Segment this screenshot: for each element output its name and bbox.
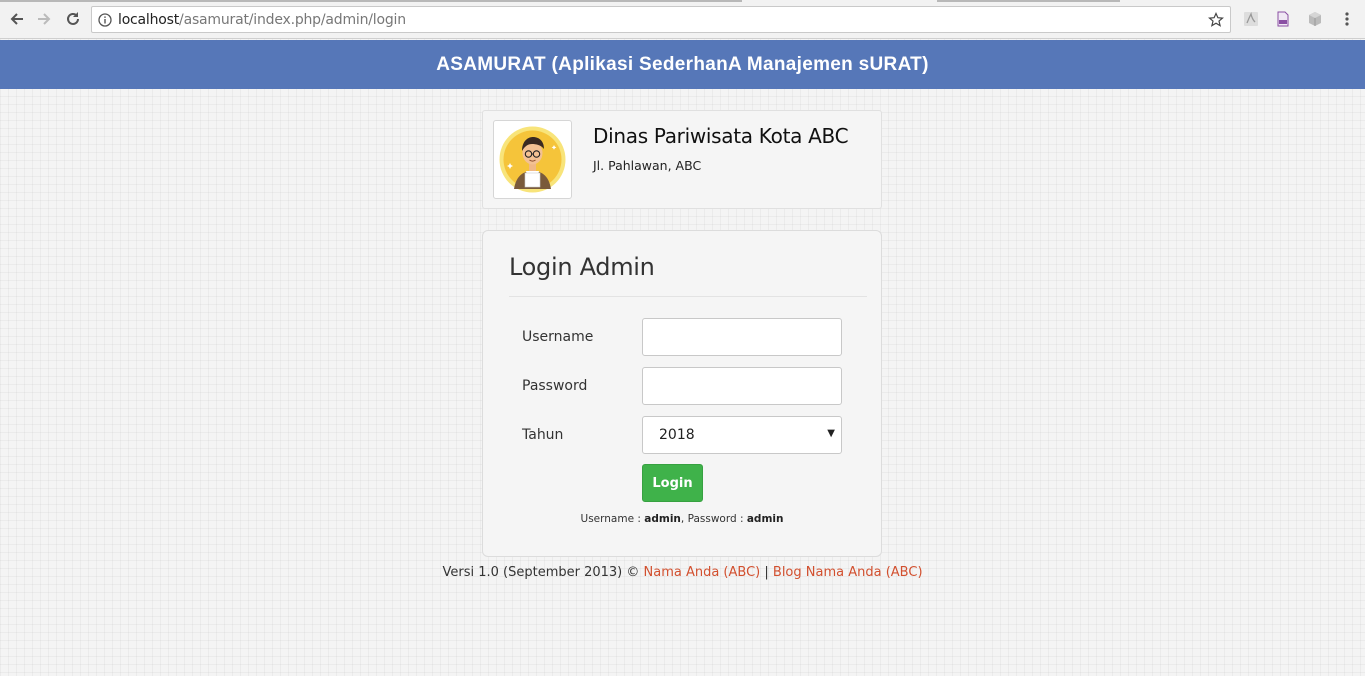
organization-card: Dinas Pariwisata Kota ABC Jl. Pahlawan, … xyxy=(482,110,882,209)
acrobat-icon xyxy=(1244,12,1258,26)
reload-button[interactable] xyxy=(62,8,84,30)
year-select[interactable]: 2018 ▼ xyxy=(642,416,842,454)
password-label: Password xyxy=(522,378,588,394)
divider xyxy=(509,296,867,297)
extension-cube-button[interactable] xyxy=(1306,10,1324,28)
login-button[interactable]: Login xyxy=(642,464,703,502)
version-text: Versi 1.0 (September 2013) © xyxy=(442,565,644,580)
info-icon[interactable] xyxy=(98,13,112,27)
year-select-value: 2018 xyxy=(659,427,695,443)
hint-username-value: admin xyxy=(644,513,681,525)
url-path: /asamurat/index.php/admin/login xyxy=(179,12,406,28)
footer: Versi 1.0 (September 2013) © Nama Anda (… xyxy=(0,565,1365,580)
credentials-hint: Username : admin, Password : admin xyxy=(483,513,881,525)
extension-acrobat-button[interactable] xyxy=(1242,10,1260,28)
organization-name: Dinas Pariwisata Kota ABC xyxy=(593,124,849,148)
back-arrow-icon xyxy=(10,13,23,25)
forward-arrow-icon xyxy=(38,13,51,25)
browser-toolbar: localhost/asamurat/index.php/admin/login xyxy=(0,0,1365,39)
footer-separator: | xyxy=(760,565,773,580)
year-label: Tahun xyxy=(522,427,564,443)
app-title: ASAMURAT (Aplikasi SederhanA Manajemen s… xyxy=(436,53,929,75)
bookmark-star-button[interactable] xyxy=(1206,10,1226,30)
cube-icon xyxy=(1309,12,1321,26)
app-header: ASAMURAT (Aplikasi SederhanA Manajemen s… xyxy=(0,40,1365,89)
login-panel: Login Admin Username Password Tahun 2018… xyxy=(482,230,882,557)
extension-pdf-button[interactable] xyxy=(1274,10,1292,28)
hint-password-value: admin xyxy=(746,513,784,525)
url-text: localhost/asamurat/index.php/admin/login xyxy=(118,12,406,28)
username-label: Username xyxy=(522,329,594,345)
reload-icon xyxy=(67,12,79,25)
url-host: localhost xyxy=(118,12,180,28)
hint-username-prefix: Username : xyxy=(580,513,645,525)
star-icon xyxy=(1208,12,1224,27)
organization-logo xyxy=(493,120,572,199)
tab-strip-edge xyxy=(0,0,742,2)
blog-link[interactable]: Blog Nama Anda (ABC) xyxy=(773,565,923,580)
forward-button[interactable] xyxy=(33,8,55,30)
address-bar[interactable]: localhost/asamurat/index.php/admin/login xyxy=(91,6,1231,33)
login-title: Login Admin xyxy=(509,253,655,281)
avatar-icon xyxy=(499,126,566,193)
browser-menu-button[interactable] xyxy=(1338,10,1356,28)
caret-down-icon: ▼ xyxy=(827,428,835,439)
back-button[interactable] xyxy=(6,8,28,30)
password-input[interactable] xyxy=(642,367,842,405)
pdf-icon xyxy=(1277,11,1289,27)
kebab-menu-icon xyxy=(1345,12,1349,26)
author-link[interactable]: Nama Anda (ABC) xyxy=(644,565,761,580)
hint-password-prefix: , Password : xyxy=(680,513,747,525)
organization-address: Jl. Pahlawan, ABC xyxy=(593,158,702,173)
username-input[interactable] xyxy=(642,318,842,356)
tab-strip-edge xyxy=(937,0,1120,2)
